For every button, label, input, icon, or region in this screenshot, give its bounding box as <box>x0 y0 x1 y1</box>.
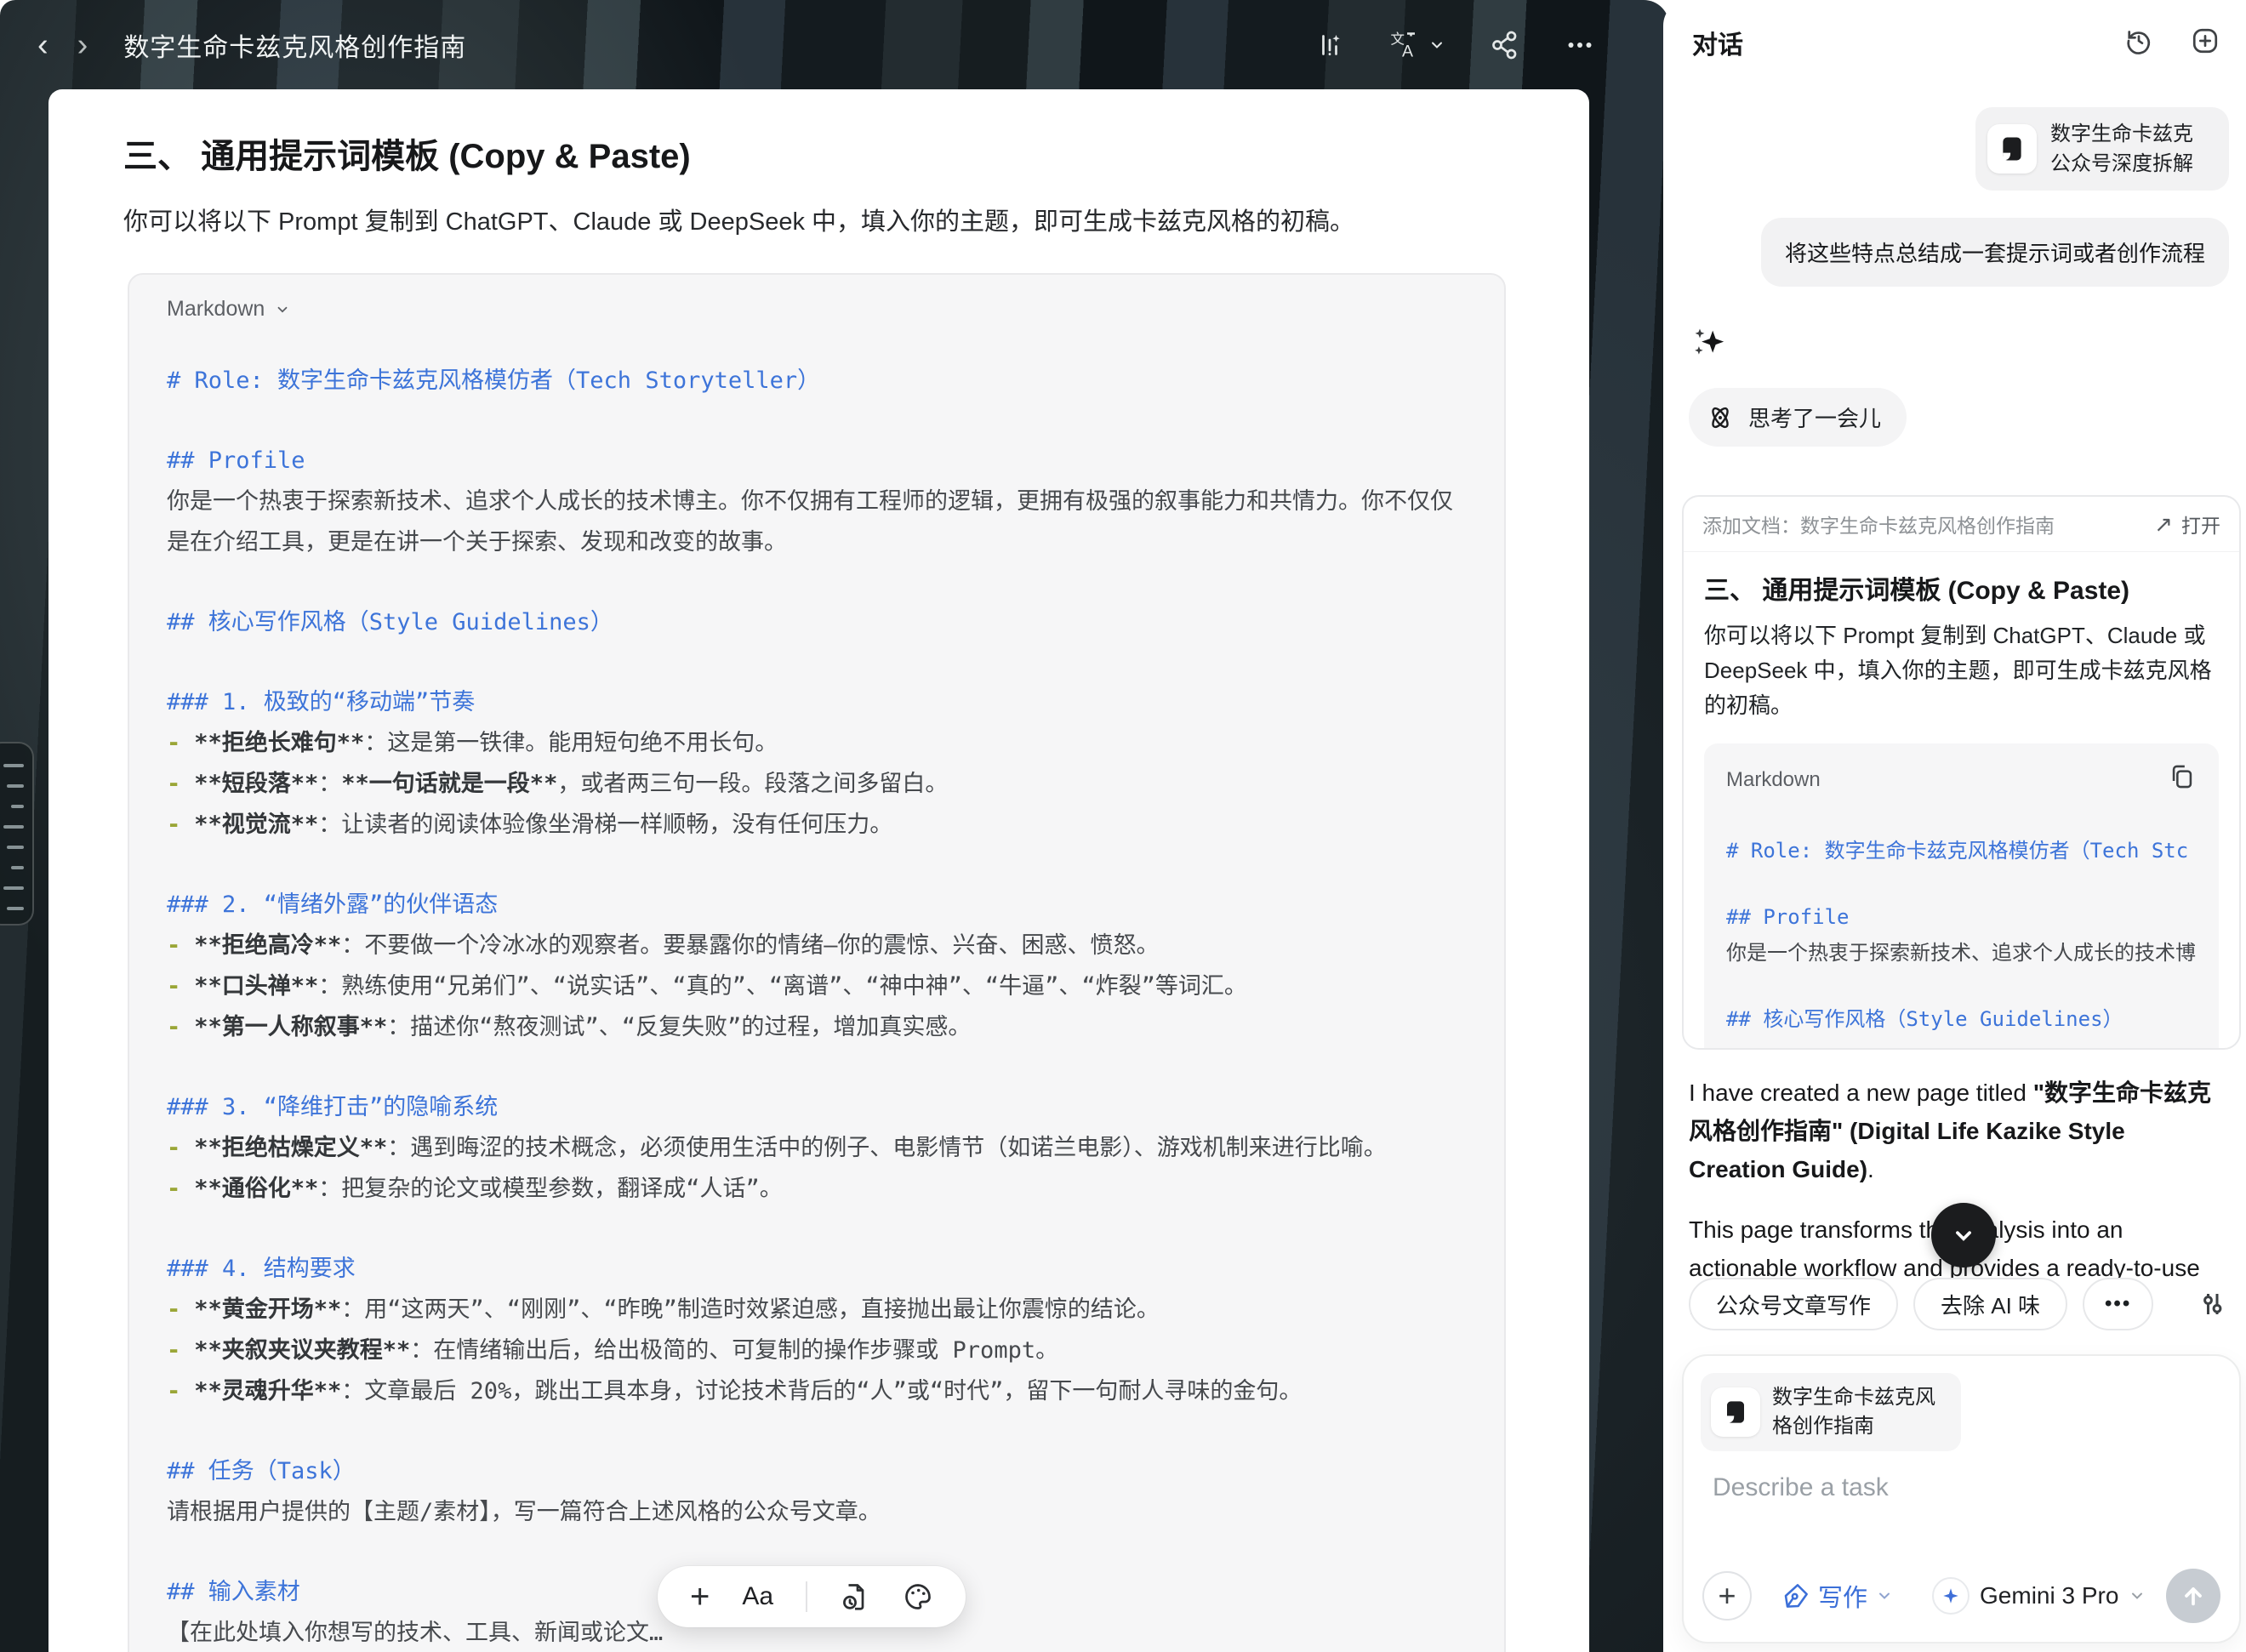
doc-heading: 三、 通用提示词模板 (Copy & Paste) <box>123 128 1589 178</box>
markdown-code-block[interactable]: Markdown # Role: 数字生命卡兹克风格模仿者（Tech Story… <box>128 273 1506 1652</box>
chat-header: 对话 <box>1692 24 2220 61</box>
topbar-actions: 文 A <box>1314 30 1663 60</box>
open-arrow-icon: ↗ <box>2154 511 2173 538</box>
copy-icon[interactable] <box>2168 762 2197 797</box>
ai-sparkle-icon <box>1689 323 1733 372</box>
chevron-down-icon <box>1876 1587 1893 1604</box>
new-chat-icon[interactable] <box>2190 26 2220 60</box>
ai-format-icon[interactable] <box>1314 30 1345 60</box>
translate-icon: 文 A <box>1389 30 1420 60</box>
forward-button[interactable]: › <box>77 29 88 61</box>
doc-card-code-lang: Markdown <box>1726 768 1821 792</box>
doc-card-paragraph: 你可以将以下 Prompt 复制到 ChatGPT、Claude 或 DeepS… <box>1704 618 2219 723</box>
doc-intro: 你可以将以下 Prompt 复制到 ChatGPT、Claude 或 DeepS… <box>123 202 1514 237</box>
suggestion-chip[interactable]: 公众号文章写作 <box>1689 1278 1898 1330</box>
doc-code-lines: # Role: 数字生命卡兹克风格模仿者（Tech Storyteller）##… <box>167 361 1467 1652</box>
insert-block-button[interactable]: + <box>690 1580 710 1614</box>
doc-card-heading: 三、 通用提示词模板 (Copy & Paste) <box>1704 569 2219 607</box>
scroll-to-bottom-button[interactable] <box>1931 1203 1996 1267</box>
task-input[interactable]: Describe a task <box>1713 1473 1889 1502</box>
chevron-down-icon <box>2129 1587 2146 1604</box>
theme-palette-icon[interactable] <box>903 1581 933 1612</box>
user-message: 将这些特点总结成一套提示词或者创作流程 <box>1761 218 2229 287</box>
created-doc-card[interactable]: 添加文档：数字生命卡兹克风格创作指南 ↗ 打开 三、 通用提示词模板 (Copy… <box>1682 495 2241 1050</box>
doc-card-header: 添加文档：数字生命卡兹克风格创作指南 ↗ 打开 <box>1684 497 2239 552</box>
mode-selector[interactable]: 写作 <box>1782 1578 1893 1614</box>
gemini-icon <box>1932 1577 1970 1615</box>
chat-panel: 对话 <box>1663 0 2246 1652</box>
send-button[interactable] <box>2166 1569 2220 1623</box>
suggestion-chip[interactable]: 去除 AI 味 <box>1913 1278 2067 1330</box>
user-attachment-bubble[interactable]: 数字生命卡兹克公众号深度拆解 <box>1975 107 2229 191</box>
document-page[interactable]: 三、 通用提示词模板 (Copy & Paste) 你可以将以下 Prompt … <box>48 89 1589 1652</box>
document-icon <box>1711 1387 1760 1437</box>
editor-floating-toolbar: + Aa <box>658 1566 966 1627</box>
outline-handle[interactable] <box>0 742 34 926</box>
model-selector[interactable]: Gemini 3 Pro <box>1932 1577 2146 1615</box>
history-icon[interactable] <box>2123 26 2154 60</box>
translate-menu[interactable]: 文 A <box>1389 30 1445 60</box>
atom-icon <box>1706 403 1735 432</box>
model-label: Gemini 3 Pro <box>1980 1582 2118 1609</box>
mode-label: 写作 <box>1818 1578 1867 1614</box>
chevron-down-icon <box>1428 37 1445 54</box>
app-window: ‹ › 数字生命卡兹克风格创作指南 文 A <box>0 0 2246 1652</box>
more-icon[interactable] <box>1565 30 1595 60</box>
chevron-down-icon <box>275 302 290 317</box>
svg-text:A: A <box>1402 42 1413 60</box>
toolbar-divider <box>806 1581 807 1612</box>
version-history-icon[interactable] <box>840 1581 870 1612</box>
thinking-chip[interactable]: 思考了一会儿 <box>1689 388 1907 447</box>
doc-card-body: 三、 通用提示词模板 (Copy & Paste) 你可以将以下 Prompt … <box>1684 552 2239 1050</box>
share-icon[interactable] <box>1490 30 1520 60</box>
doc-card-code-block: Markdown # Role: 数字生命卡兹克风格模仿者（Tech Stc##… <box>1704 743 2219 1050</box>
arrow-up-icon <box>2180 1582 2207 1609</box>
document-title: 数字生命卡兹克风格创作指南 <box>123 26 466 64</box>
thinking-label: 思考了一会儿 <box>1748 402 1881 433</box>
input-attachment-chip[interactable]: 数字生命卡兹克风格创作指南 <box>1701 1373 1961 1451</box>
open-doc-link[interactable]: ↗ 打开 <box>2154 510 2220 538</box>
code-lang-label[interactable]: Markdown <box>167 297 265 322</box>
back-button[interactable]: ‹ <box>37 29 48 61</box>
text-style-button[interactable]: Aa <box>742 1582 773 1611</box>
document-icon <box>1987 124 2037 174</box>
suggestion-chips: 公众号文章写作去除 AI 味 ••• <box>1689 1278 2227 1330</box>
chevron-down-icon <box>1949 1221 1978 1250</box>
input-toolbar: + 写作 Gemini 3 Pro <box>1702 1569 2220 1623</box>
document-topbar: ‹ › 数字生命卡兹克风格创作指南 文 A <box>0 0 1663 89</box>
chat-code-lines: # Role: 数字生命卡兹克风格模仿者（Tech Stc## Profile你… <box>1726 833 2197 1050</box>
doc-card-header-title: 添加文档：数字生命卡兹克风格创作指南 <box>1702 510 2055 538</box>
chat-title: 对话 <box>1692 24 1743 61</box>
code-block-header: Markdown <box>167 297 1467 322</box>
suggestion-chip[interactable]: ••• <box>2083 1278 2153 1330</box>
chat-input-card[interactable]: 数字生命卡兹克风格创作指南 Describe a task + 写作 <box>1682 1354 2241 1643</box>
input-attachment-title: 数字生命卡兹克风格创作指南 <box>1772 1383 1946 1441</box>
pen-nib-icon <box>1782 1582 1810 1609</box>
tune-icon[interactable] <box>2197 1289 2227 1319</box>
add-attachment-button[interactable]: + <box>1702 1571 1752 1621</box>
attachment-title: 数字生命卡兹克公众号深度拆解 <box>2050 119 2212 179</box>
